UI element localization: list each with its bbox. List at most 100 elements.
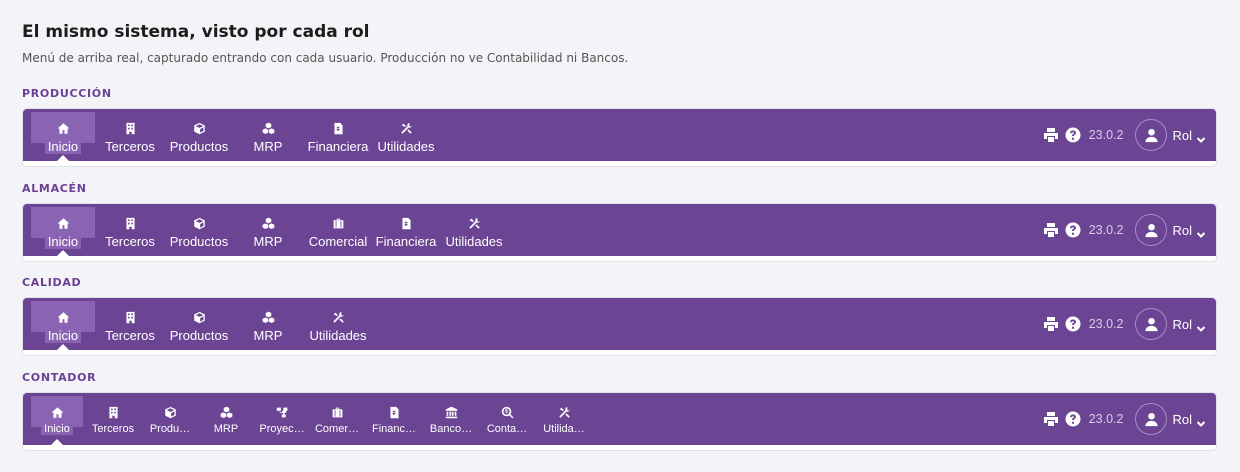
navbar-frame: Inicio Terceros Productos MRP Financiera [22,108,1217,167]
menu-item-2[interactable]: Productos [165,298,233,350]
cube-icon [164,393,177,419]
menu-item-label: Financiera [375,234,437,249]
menu-item-3[interactable]: MRP [197,393,255,445]
menu-item-label: Utilidades [309,328,367,343]
menu-item-1[interactable]: Terceros [95,204,165,256]
cube-icon [193,204,206,230]
home-icon [51,393,64,419]
menu-item-label: Financ… [371,423,417,435]
menu-item-0[interactable]: Inicio [31,204,95,256]
cubes-icon [262,109,275,135]
chevron-down-icon [1196,130,1206,143]
building-icon [124,298,137,324]
building-icon [124,204,137,230]
menu-item-label: MRP [213,423,239,435]
user-menu-button[interactable]: Rol [1135,119,1206,151]
menu-item-7[interactable]: Banco… [423,393,479,445]
menu-item-0[interactable]: Inicio [31,298,95,350]
cube-icon [193,298,206,324]
question-icon[interactable] [1065,411,1081,427]
menu-item-5[interactable]: Comer… [309,393,365,445]
menu-item-label: Utilidades [445,234,503,249]
menu-item-4[interactable]: Proyec… [255,393,309,445]
menu-item-4[interactable]: Financiera [303,109,373,161]
menu-item-0[interactable]: Inicio [31,109,95,161]
project-icon [276,393,289,419]
top-menu: Inicio Terceros Productos MRP Utilidades [31,298,373,350]
printer-icon[interactable] [1043,411,1059,427]
menu-item-9[interactable]: Utilida… [535,393,593,445]
top-navbar: Inicio Terceros Productos MRP Comercial [23,204,1216,256]
navbar-frame: Inicio Terceros Produ… MRP Proyec… Comer… [22,392,1217,451]
menu-item-0[interactable]: Inicio [31,393,83,445]
printer-icon[interactable] [1043,222,1059,238]
menu-item-1[interactable]: Terceros [83,393,143,445]
question-icon[interactable] [1065,222,1081,238]
user-role-label: Rol [1172,411,1192,427]
version-label: 23.0.2 [1088,412,1124,426]
menu-item-8[interactable]: Conta… [479,393,535,445]
home-icon [57,298,70,324]
menu-item-label: Inicio [44,328,82,343]
menu-item-label: Inicio [44,139,82,154]
menu-item-6[interactable]: Financ… [365,393,423,445]
role-label: ALMACÉN [22,182,87,195]
menu-item-label: Comercial [308,234,368,249]
menu-item-5[interactable]: Financiera [373,204,439,256]
invoice-icon [332,109,345,135]
menu-item-3[interactable]: MRP [233,298,303,350]
bank-icon [445,393,458,419]
menu-item-3[interactable]: MRP [233,204,303,256]
printer-icon[interactable] [1043,316,1059,332]
home-icon [57,204,70,230]
cubes-icon [220,393,233,419]
menu-item-label: MRP [253,328,283,343]
menu-item-2[interactable]: Productos [165,204,233,256]
menu-item-label: Terceros [105,139,155,154]
chevron-down-icon [1196,414,1206,427]
menu-item-label: Utilidades [377,139,435,154]
question-icon[interactable] [1065,127,1081,143]
menu-item-1[interactable]: Terceros [95,109,165,161]
menu-item-label: Proyec… [259,423,305,435]
menu-item-5[interactable]: Utilidades [373,109,439,161]
chevron-down-icon [1196,319,1206,332]
user-menu-button[interactable]: Rol [1135,308,1206,340]
menu-item-label: Financiera [307,139,369,154]
menu-item-label: Terceros [91,423,135,435]
menu-item-label: Terceros [105,328,155,343]
menu-item-label: Banco… [429,423,473,435]
menu-item-2[interactable]: Produ… [143,393,197,445]
briefcase-icon [331,393,344,419]
menu-item-1[interactable]: Terceros [95,298,165,350]
building-icon [124,109,137,135]
top-navbar: Inicio Terceros Produ… MRP Proyec… Comer… [23,393,1216,445]
top-menu: Inicio Terceros Productos MRP Financiera [31,109,439,161]
tools-icon [468,204,481,230]
top-menu: Inicio Terceros Produ… MRP Proyec… Comer… [31,393,593,445]
user-icon [1135,119,1168,151]
printer-icon[interactable] [1043,127,1059,143]
menu-item-label: Productos [169,139,229,154]
user-icon [1135,403,1168,435]
menu-item-3[interactable]: MRP [233,109,303,161]
navbar-tools: 23.0.2 Rol [1037,298,1206,350]
menu-item-label: Utilida… [543,423,585,435]
role-label: CALIDAD [22,276,82,289]
menu-item-4[interactable]: Utilidades [303,298,373,350]
navbar-tools: 23.0.2 Rol [1037,109,1206,161]
version-label: 23.0.2 [1088,317,1124,331]
user-menu-button[interactable]: Rol [1135,214,1206,246]
user-menu-button[interactable]: Rol [1135,403,1206,435]
tools-icon [558,393,571,419]
invoice-icon [400,204,413,230]
menu-item-label: Comer… [314,423,359,435]
question-icon[interactable] [1065,316,1081,332]
menu-item-6[interactable]: Utilidades [439,204,509,256]
chevron-down-icon [1196,225,1206,238]
user-icon [1135,308,1168,340]
role-label: CONTADOR [22,371,97,384]
menu-item-2[interactable]: Productos [165,109,233,161]
user-role-label: Rol [1172,127,1192,143]
menu-item-4[interactable]: Comercial [303,204,373,256]
